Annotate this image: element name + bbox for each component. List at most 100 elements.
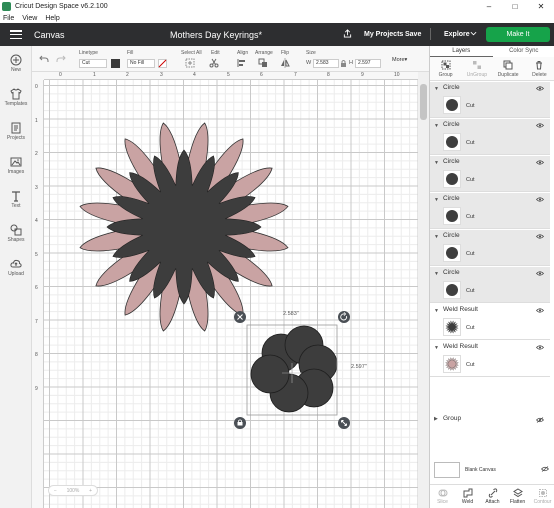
layer-group-row[interactable]: ▶ Group [430, 414, 550, 426]
eye-icon[interactable] [536, 234, 544, 239]
rotate-handle[interactable] [338, 311, 350, 323]
blank-canvas-row[interactable]: Blank Canvas [434, 462, 551, 480]
pink-flower-thumbnail-icon [445, 357, 459, 371]
eye-icon[interactable] [536, 123, 544, 128]
slice-button[interactable]: Slice [430, 485, 455, 508]
layer-item[interactable]: ▼ Circle Cut [430, 156, 550, 192]
undo-icon[interactable] [39, 54, 49, 64]
close-window-button[interactable]: ✕ [528, 0, 554, 13]
layer-item[interactable]: ▼ Weld Result Cut [430, 304, 550, 340]
ungroup-button[interactable]: UnGroup [461, 57, 492, 80]
hamburger-menu-icon[interactable] [10, 30, 22, 39]
tab-color-sync[interactable]: Color Sync [493, 46, 554, 57]
layer-item[interactable]: ▼ Circle Cut [430, 267, 550, 303]
delete-handle[interactable] [234, 311, 246, 323]
chevron-down-icon[interactable]: ▼ [434, 308, 439, 314]
sidebar-item-templates[interactable]: Templates [0, 88, 32, 107]
eye-icon[interactable] [536, 197, 544, 202]
more-button[interactable]: More▾ [392, 57, 407, 63]
lock-proportions-handle[interactable] [234, 417, 246, 429]
layer-operation[interactable]: Cut [466, 251, 475, 257]
attach-label: Attach [485, 499, 500, 505]
flip-icon[interactable] [280, 58, 290, 68]
chevron-right-icon[interactable]: ▶ [434, 416, 438, 422]
linetype-select[interactable]: Cut [79, 59, 107, 68]
contour-button[interactable]: Contour [530, 485, 554, 508]
eye-icon[interactable] [536, 86, 544, 91]
chevron-down-icon[interactable]: ▼ [434, 160, 439, 166]
explore-button[interactable]: Explore [444, 31, 470, 38]
layer-operation[interactable]: Cut [466, 325, 475, 331]
menu-view[interactable]: View [22, 15, 37, 22]
weld-result-dark-flower[interactable] [106, 149, 262, 305]
eye-hidden-icon[interactable] [536, 417, 544, 423]
duplicate-button[interactable]: Duplicate [493, 57, 524, 80]
sidebar-item-new[interactable]: New [0, 54, 32, 73]
my-projects-button[interactable]: My Projects [364, 31, 403, 38]
select-all-icon[interactable] [185, 58, 195, 68]
width-input[interactable]: 2.583 [313, 59, 339, 68]
eye-icon[interactable] [536, 308, 544, 313]
fill-select[interactable]: No Fill [127, 59, 155, 68]
canvas-vertical-scrollbar[interactable] [418, 72, 429, 508]
align-icon[interactable] [237, 58, 247, 68]
lock-icon[interactable] [340, 59, 347, 68]
zoom-in-button[interactable]: + [89, 488, 92, 494]
zoom-out-button[interactable]: − [54, 488, 57, 494]
layer-operation[interactable]: Cut [466, 177, 475, 183]
blank-canvas-swatch[interactable] [434, 462, 460, 478]
make-it-button[interactable]: Make It [486, 27, 550, 42]
design-canvas[interactable]: 2.583" 2.597" [44, 80, 418, 508]
edit-scissors-icon[interactable] [209, 58, 219, 68]
save-button[interactable]: Save [405, 31, 421, 38]
contour-label: Contour [533, 499, 552, 505]
layer-operation[interactable]: Cut [466, 362, 475, 368]
sidebar-item-text[interactable]: Text [0, 190, 32, 209]
zoom-control[interactable]: − 100% + [48, 485, 98, 496]
group-button[interactable]: Group [430, 57, 461, 80]
chevron-down-icon[interactable]: ▼ [434, 197, 439, 203]
chevron-down-icon[interactable]: ▼ [434, 271, 439, 277]
layer-item[interactable]: ▼ Weld Result Cut [430, 341, 550, 377]
redo-icon[interactable] [56, 54, 66, 64]
resize-handle[interactable] [338, 417, 350, 429]
layer-operation[interactable]: Cut [466, 288, 475, 294]
tab-layers[interactable]: Layers [430, 46, 493, 57]
layer-item[interactable]: ▼ Circle Cut [430, 119, 550, 155]
maximize-button[interactable]: □ [502, 0, 528, 13]
share-icon[interactable] [343, 29, 352, 40]
height-input[interactable]: 2.597 [355, 59, 381, 68]
eye-icon[interactable] [536, 271, 544, 276]
chevron-down-icon[interactable]: ▼ [434, 86, 439, 92]
menu-file[interactable]: File [3, 15, 14, 22]
eye-icon[interactable] [536, 345, 544, 350]
chevron-down-icon[interactable]: ▼ [434, 234, 439, 240]
layer-operation[interactable]: Cut [466, 214, 475, 220]
chevron-down-icon[interactable] [470, 31, 477, 38]
eye-icon[interactable] [536, 160, 544, 165]
sidebar-item-shapes[interactable]: Shapes [0, 224, 32, 243]
flatten-button[interactable]: Flatten [505, 485, 530, 508]
layer-operation[interactable]: Cut [466, 140, 475, 146]
attach-button[interactable]: Attach [480, 485, 505, 508]
layer-item[interactable]: ▼ Circle Cut [430, 193, 550, 229]
layer-operation[interactable]: Cut [466, 103, 475, 109]
sidebar-item-projects[interactable]: Projects [0, 122, 32, 141]
no-fill-swatch-icon[interactable] [158, 59, 167, 68]
menu-help[interactable]: Help [45, 15, 59, 22]
linetype-color-swatch[interactable] [111, 59, 120, 68]
delete-button[interactable]: Delete [524, 57, 554, 80]
circle-shape-6[interactable] [250, 354, 290, 394]
sidebar-item-images[interactable]: Images [0, 156, 32, 175]
scrollbar-thumb[interactable] [420, 84, 427, 120]
layer-item[interactable]: ▼ Circle Cut [430, 82, 550, 118]
chevron-down-icon[interactable]: ▼ [434, 123, 439, 129]
sidebar-item-upload[interactable]: Upload [0, 258, 32, 277]
minimize-button[interactable]: – [476, 0, 502, 13]
eye-hidden-icon[interactable] [541, 466, 549, 472]
chevron-down-icon[interactable]: ▼ [434, 345, 439, 351]
weld-button[interactable]: Weld [455, 485, 480, 508]
selected-circle-group[interactable] [250, 325, 338, 413]
arrange-icon[interactable] [258, 58, 268, 68]
layer-item[interactable]: ▼ Circle Cut [430, 230, 550, 266]
